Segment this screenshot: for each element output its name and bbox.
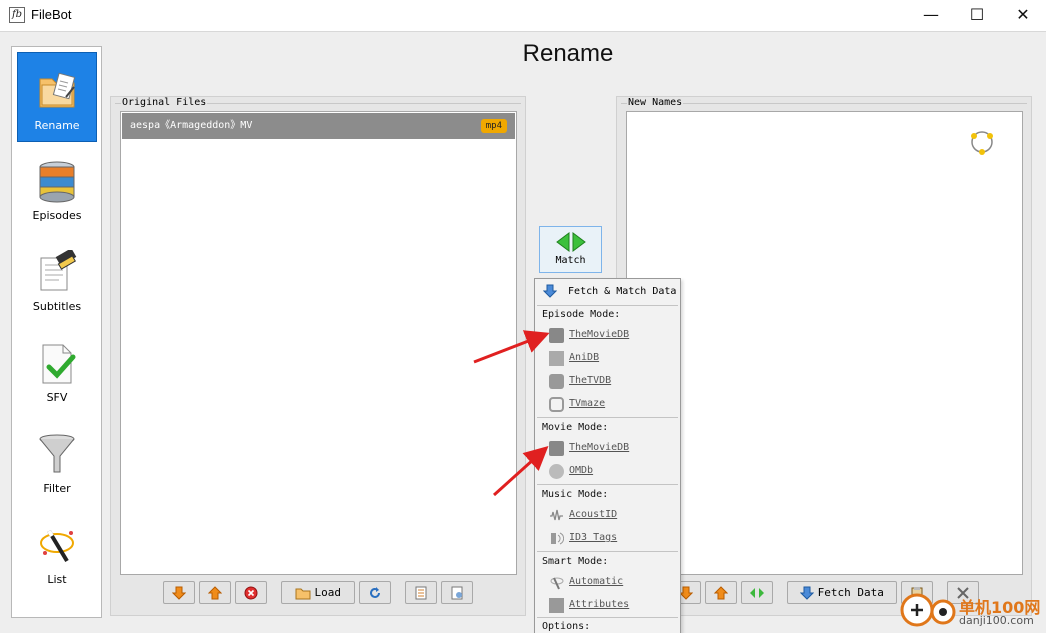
watermark-logo-icon	[900, 593, 956, 627]
watermark-url: danji100.com	[959, 614, 1034, 627]
watermark: 单机100网 danji100.com	[897, 588, 1046, 633]
red-arrow	[492, 445, 549, 497]
annotation-arrows	[473, 330, 550, 497]
red-arrow	[473, 330, 550, 364]
